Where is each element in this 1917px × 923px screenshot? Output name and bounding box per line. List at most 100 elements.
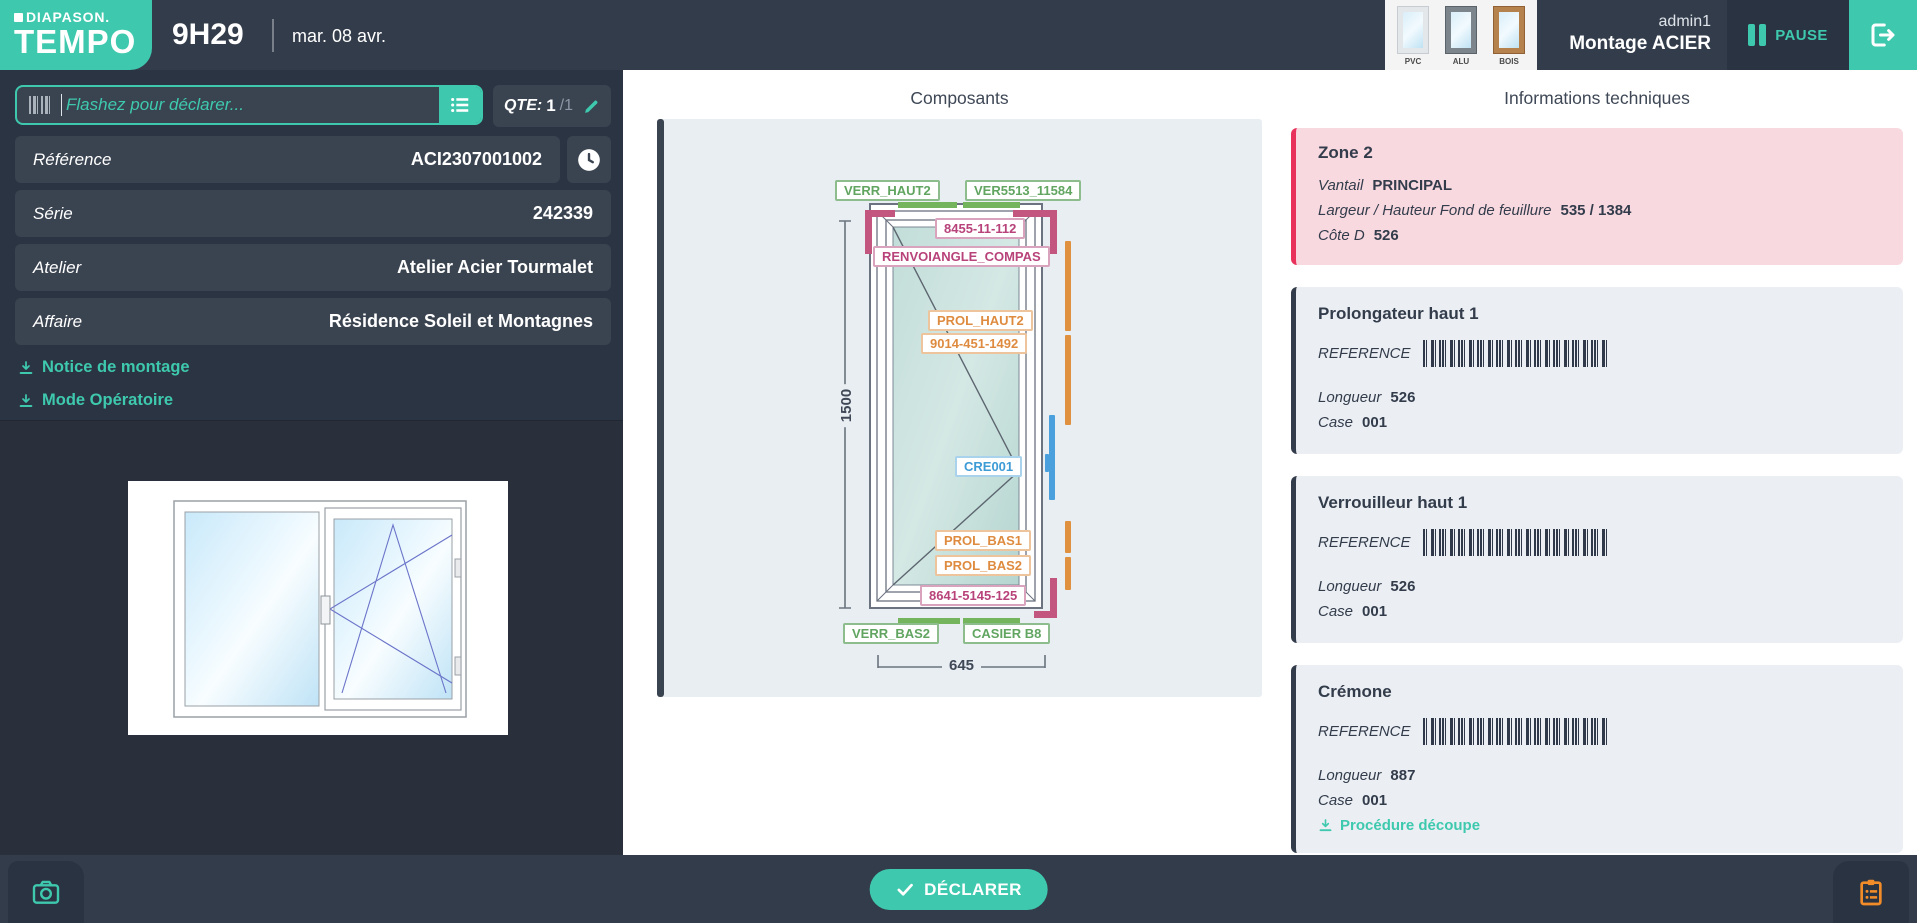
card-row-value: 526 [1390,574,1415,599]
pink-bracket-bottom-right-h [1034,611,1057,618]
reference-label: REFERENCE [1318,345,1411,362]
component-label-prol-bas1[interactable]: PROL_BAS1 [935,530,1031,551]
card-title: Verrouilleur haut 1 [1318,493,1881,513]
user-role: Montage ACIER [1537,32,1711,56]
sidebar-lower-panel [0,420,623,855]
top-bar: DIAPASON. TEMPO 9H29 mar. 08 avr. PVC AL… [0,0,1917,70]
technical-info-cards: Zone 2 VantailPRINCIPAL Largeur / Hauteu… [1291,128,1903,875]
zone-card: Zone 2 VantailPRINCIPAL Largeur / Hauteu… [1291,128,1903,265]
panel-left-edge [657,119,664,697]
component-label-8641[interactable]: 8641-5145-125 [920,585,1026,606]
product-thumb-pvc[interactable]: PVC [1391,4,1435,66]
component-label-ver5513[interactable]: VER5513_11584 [965,180,1081,201]
orange-bar-3 [1065,521,1071,553]
field-value: ACI2307001002 [411,149,542,170]
zone-row-value: 535 / 1384 [1560,198,1631,223]
pink-bracket-top-right-v [1050,210,1057,254]
pause-button[interactable]: PAUSE [1727,0,1849,70]
blue-bar-notch [1045,454,1049,472]
declare-button[interactable]: DÉCLARER [869,869,1048,910]
link-procedure-decoupe[interactable]: Procédure découpe [1318,817,1881,834]
zone-row-value: PRINCIPAL [1372,173,1452,198]
component-label-9014[interactable]: 9014-451-1492 [921,333,1027,354]
logout-button[interactable] [1849,0,1917,70]
user-name: admin1 [1537,12,1711,32]
cut-link-label: Procédure découpe [1340,817,1480,834]
quantity-card: QTE: 1 /1 [493,85,611,127]
dimension-height: 1500 [838,384,855,427]
orange-bar-2 [1065,335,1071,425]
alu-window-icon [1446,7,1476,53]
current-time: 9H29 [172,0,244,70]
camera-icon [30,876,62,908]
reference-label: REFERENCE [1318,723,1411,740]
link-mode-operatoire[interactable]: Mode Opératoire [18,391,190,410]
pvc-window-icon [1398,7,1428,53]
text-caret [61,94,62,116]
link-notice-montage[interactable]: Notice de montage [18,358,190,377]
field-label: Atelier [33,258,81,278]
product-family-thumbnails[interactable]: PVC ALU BOIS [1385,0,1537,70]
list-icon [449,94,471,116]
field-value: Atelier Acier Tourmalet [397,257,593,278]
field-row-affaire: Affaire Résidence Soleil et Montagnes [15,298,611,345]
component-label-prol-haut2[interactable]: PROL_HAUT2 [928,310,1033,331]
component-label-casier-b8[interactable]: CASIER B8 [963,623,1050,644]
product-thumb-alu[interactable]: ALU [1439,4,1483,66]
component-label-renvoiangle[interactable]: RENVOIANGLE_COMPAS [873,246,1050,267]
field-label: Référence [33,150,111,170]
logout-icon [1868,20,1898,50]
component-card-cremone: Crémone REFERENCE Longueur887 Case001 Pr… [1291,665,1903,853]
qty-total: /1 [560,97,573,115]
download-icon [1318,818,1333,833]
clipboard-icon [1855,876,1887,908]
component-label-cre001[interactable]: CRE001 [955,456,1022,477]
product-thumb-bois[interactable]: BOIS [1487,4,1531,66]
field-label: Série [33,204,73,224]
card-row-value: 526 [1390,385,1415,410]
zone-row-label: Vantail [1318,173,1363,198]
main-content: Composants Informations techniques [623,70,1917,855]
blue-bar [1049,415,1055,500]
window-elevation-drawing [657,119,1262,697]
pink-bracket-top-left-v [865,210,872,254]
reference-barcode [1423,529,1608,556]
zone-row-label: Côte D [1318,223,1365,248]
card-row-label: Longueur [1318,385,1381,410]
component-label-verr-bas2[interactable]: VERR_BAS2 [843,623,939,644]
document-links: Notice de montage Mode Opératoire [18,358,190,424]
qty-label: QTE: [504,97,542,115]
zone-row-value: 526 [1374,223,1399,248]
components-drawing-panel: VERR_HAUT2 VER5513_11584 8455-11-112 REN… [657,119,1262,697]
card-row-value: 001 [1362,410,1387,435]
product-preview-image [128,481,508,735]
component-label-verr-haut2[interactable]: VERR_HAUT2 [835,180,940,201]
card-row-label: Case [1318,599,1353,624]
reference-barcode [1423,718,1608,745]
camera-button[interactable] [8,861,84,923]
card-row-value: 001 [1362,788,1387,813]
scan-input[interactable] [66,87,481,123]
pause-icon [1748,24,1766,46]
field-label: Affaire [33,312,82,332]
bois-label: BOIS [1487,57,1531,66]
declare-button-label: DÉCLARER [924,880,1022,900]
technical-info-title: Informations techniques [1291,88,1903,109]
scan-input-wrap [15,85,483,125]
edit-quantity-button[interactable] [583,98,600,115]
field-row-reference: Référence ACI2307001002 [15,136,560,183]
components-title: Composants [657,88,1262,109]
component-label-8455[interactable]: 8455-11-112 [935,218,1025,239]
report-button[interactable] [1833,861,1909,923]
pencil-icon [583,98,600,115]
logo-square-icon [14,13,23,22]
pause-button-label: PAUSE [1775,27,1828,44]
clock-icon [576,147,602,173]
component-label-prol-bas2[interactable]: PROL_BAS2 [935,555,1031,576]
logo-tempo-text: TEMPO [14,25,152,59]
list-button[interactable] [439,87,481,123]
download-icon [18,393,34,409]
history-button[interactable] [567,136,611,183]
order-fields: Référence ACI2307001002 Série 242339 Ate… [15,136,611,352]
field-row-serie: Série 242339 [15,190,611,237]
